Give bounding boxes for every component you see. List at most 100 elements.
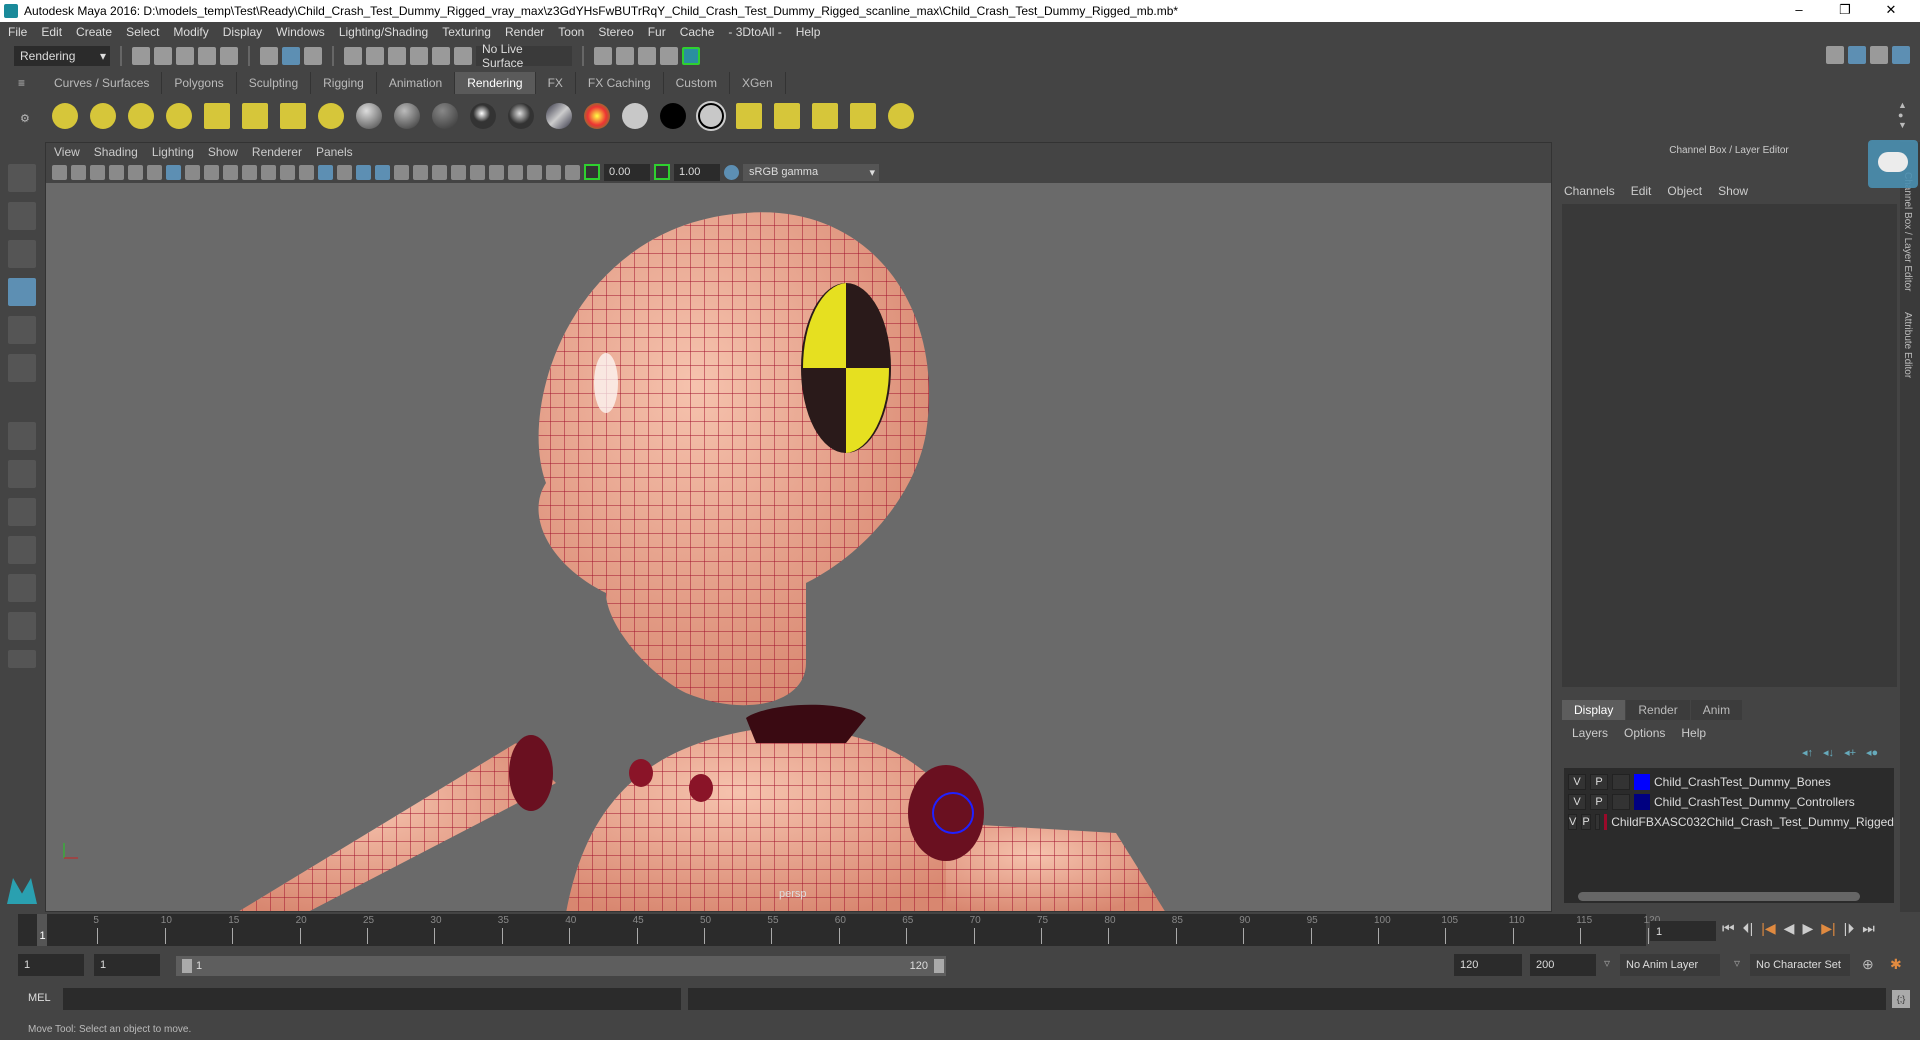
wireframe-on-shaded-icon[interactable]: [356, 164, 371, 180]
point-light-icon[interactable]: [128, 103, 154, 129]
shelf-settings-gear-icon[interactable]: ⚙: [20, 112, 30, 125]
channel-box-menu-object[interactable]: Object: [1667, 184, 1702, 198]
snap-grid-icon[interactable]: [344, 47, 362, 65]
layer-color-swatch[interactable]: [1634, 794, 1650, 810]
phong-material-icon[interactable]: [470, 103, 496, 129]
move-layer-down-icon[interactable]: ◂↓: [1823, 746, 1834, 759]
viewport-menu-show[interactable]: Show: [208, 145, 238, 159]
color-space-dropdown[interactable]: sRGB gamma ▾: [743, 163, 879, 181]
channel-box-menu-edit[interactable]: Edit: [1631, 184, 1652, 198]
layer-menu-layers[interactable]: Layers: [1572, 726, 1608, 740]
range-slider[interactable]: 1 120: [176, 956, 946, 976]
blinn-material-icon[interactable]: [394, 103, 420, 129]
step-forward-key-icon[interactable]: ▶|: [1821, 920, 1835, 937]
rotate-tool-icon[interactable]: [8, 316, 36, 344]
menu-3dtoall[interactable]: - 3DtoAll -: [728, 25, 781, 39]
viewport-menu-shading[interactable]: Shading: [94, 145, 138, 159]
layer-row[interactable]: V P Child_CrashTest_Dummy_Bones: [1564, 772, 1894, 792]
channel-box-menu-channels[interactable]: Channels: [1564, 184, 1615, 198]
menu-modify[interactable]: Modify: [173, 25, 208, 39]
anim-layer-dropdown[interactable]: No Anim Layer: [1620, 954, 1720, 976]
menu-select[interactable]: Select: [126, 25, 159, 39]
menu-file[interactable]: File: [8, 25, 27, 39]
playback-toggle[interactable]: P: [1590, 774, 1608, 790]
isolate-select-icon[interactable]: [508, 164, 523, 180]
paint-select-tool-icon[interactable]: [8, 240, 36, 268]
persp-uv-layout-icon[interactable]: [8, 612, 36, 640]
hypershade-icon[interactable]: [682, 47, 700, 65]
select-object-icon[interactable]: [282, 47, 300, 65]
grid-icon[interactable]: [166, 164, 181, 180]
phonge-material-icon[interactable]: [508, 103, 534, 129]
default-material-icon[interactable]: [337, 164, 352, 180]
side-by-side-layout-icon[interactable]: [8, 498, 36, 526]
mel-command-input[interactable]: [63, 988, 681, 1010]
more-layouts-icon[interactable]: [8, 650, 36, 668]
lasso-tool-icon[interactable]: [8, 202, 36, 230]
menu-texturing[interactable]: Texturing: [442, 25, 491, 39]
camera-attributes-icon[interactable]: [71, 164, 86, 180]
open-scene-icon[interactable]: [154, 47, 172, 65]
gamma-toggle-icon[interactable]: [654, 164, 670, 180]
tab-attribute-editor[interactable]: Attribute Editor: [1902, 312, 1913, 378]
visibility-toggle[interactable]: V: [1568, 814, 1578, 830]
tab-animation[interactable]: Animation: [376, 72, 456, 94]
tab-fx[interactable]: FX: [535, 72, 576, 94]
save-scene-icon[interactable]: [176, 47, 194, 65]
anisotropic-material-icon[interactable]: [356, 103, 382, 129]
layer-name[interactable]: Child_CrashTest_Dummy_Controllers: [1654, 795, 1855, 809]
snap-view-plane-icon[interactable]: [432, 47, 450, 65]
cloud-upload-icon[interactable]: [1868, 140, 1918, 188]
scale-tool-icon[interactable]: [8, 354, 36, 382]
directional-light-icon[interactable]: [90, 103, 116, 129]
motion-blur-icon[interactable]: [451, 164, 466, 180]
textured-icon[interactable]: [375, 164, 390, 180]
menu-windows[interactable]: Windows: [276, 25, 325, 39]
tab-channel-box[interactable]: Channel Box / Layer Editor: [1902, 172, 1913, 292]
ramp-shader-icon[interactable]: [584, 103, 610, 129]
go-to-end-icon[interactable]: ⏭: [1862, 920, 1875, 937]
select-camera-icon[interactable]: [52, 164, 67, 180]
select-tool-icon[interactable]: [8, 164, 36, 192]
playback-end-field[interactable]: 120: [1454, 954, 1522, 976]
tab-display[interactable]: Display: [1562, 700, 1626, 720]
layer-row[interactable]: V P Child_CrashTest_Dummy_Controllers: [1564, 792, 1894, 812]
camera-aim-icon[interactable]: [318, 103, 344, 129]
crash-test-dummy-model[interactable]: [236, 212, 1166, 912]
tab-curves-surfaces[interactable]: Curves / Surfaces: [42, 72, 163, 94]
ambient-light-icon[interactable]: [52, 103, 78, 129]
bookmark-icon[interactable]: [90, 164, 105, 180]
start-time-field[interactable]: 1: [18, 954, 84, 976]
live-surface-field[interactable]: No Live Surface: [476, 42, 572, 70]
playback-start-field[interactable]: 1: [94, 954, 160, 976]
channel-box-area[interactable]: [1562, 204, 1897, 687]
scene-3d-view[interactable]: [46, 183, 1552, 912]
make-live-icon[interactable]: [454, 47, 472, 65]
display-type-toggle[interactable]: [1612, 794, 1630, 810]
layer-color-swatch[interactable]: [1634, 774, 1650, 790]
gamma-field[interactable]: 1.00: [674, 163, 720, 181]
undo-icon[interactable]: [198, 47, 216, 65]
xray-components-icon[interactable]: [565, 164, 580, 180]
new-layer-icon[interactable]: ◂+: [1844, 746, 1856, 759]
menu-toon[interactable]: Toon: [558, 25, 584, 39]
shading-map-icon[interactable]: [696, 101, 726, 131]
layer-name[interactable]: Child_CrashTest_Dummy_Bones: [1654, 775, 1831, 789]
channel-box-menu-show[interactable]: Show: [1718, 184, 1748, 198]
tab-rigging[interactable]: Rigging: [311, 72, 377, 94]
step-back-key-icon[interactable]: |◀: [1761, 920, 1775, 937]
depth-of-field-icon[interactable]: [489, 164, 504, 180]
anti-aliasing-icon[interactable]: [470, 164, 485, 180]
layer-name[interactable]: ChildFBXASC032Child_Crash_Test_Dummy_Rig…: [1611, 815, 1894, 829]
viewport-persp[interactable]: View Shading Lighting Show Renderer Panels 0.…: [45, 142, 1552, 912]
batch-render-icon[interactable]: [774, 103, 800, 129]
show-batch-render-icon[interactable]: [850, 103, 876, 129]
layer-color-swatch[interactable]: [1603, 814, 1608, 830]
go-to-start-icon[interactable]: ⏮: [1722, 920, 1735, 937]
area-light-icon[interactable]: [204, 103, 230, 129]
layered-shader-icon[interactable]: [546, 103, 572, 129]
viewport-menu-lighting[interactable]: Lighting: [152, 145, 194, 159]
persp-outliner-layout-icon[interactable]: [8, 574, 36, 602]
spot-light-icon[interactable]: [166, 103, 192, 129]
anim-layer-chevron-icon[interactable]: ▿: [1604, 956, 1610, 970]
